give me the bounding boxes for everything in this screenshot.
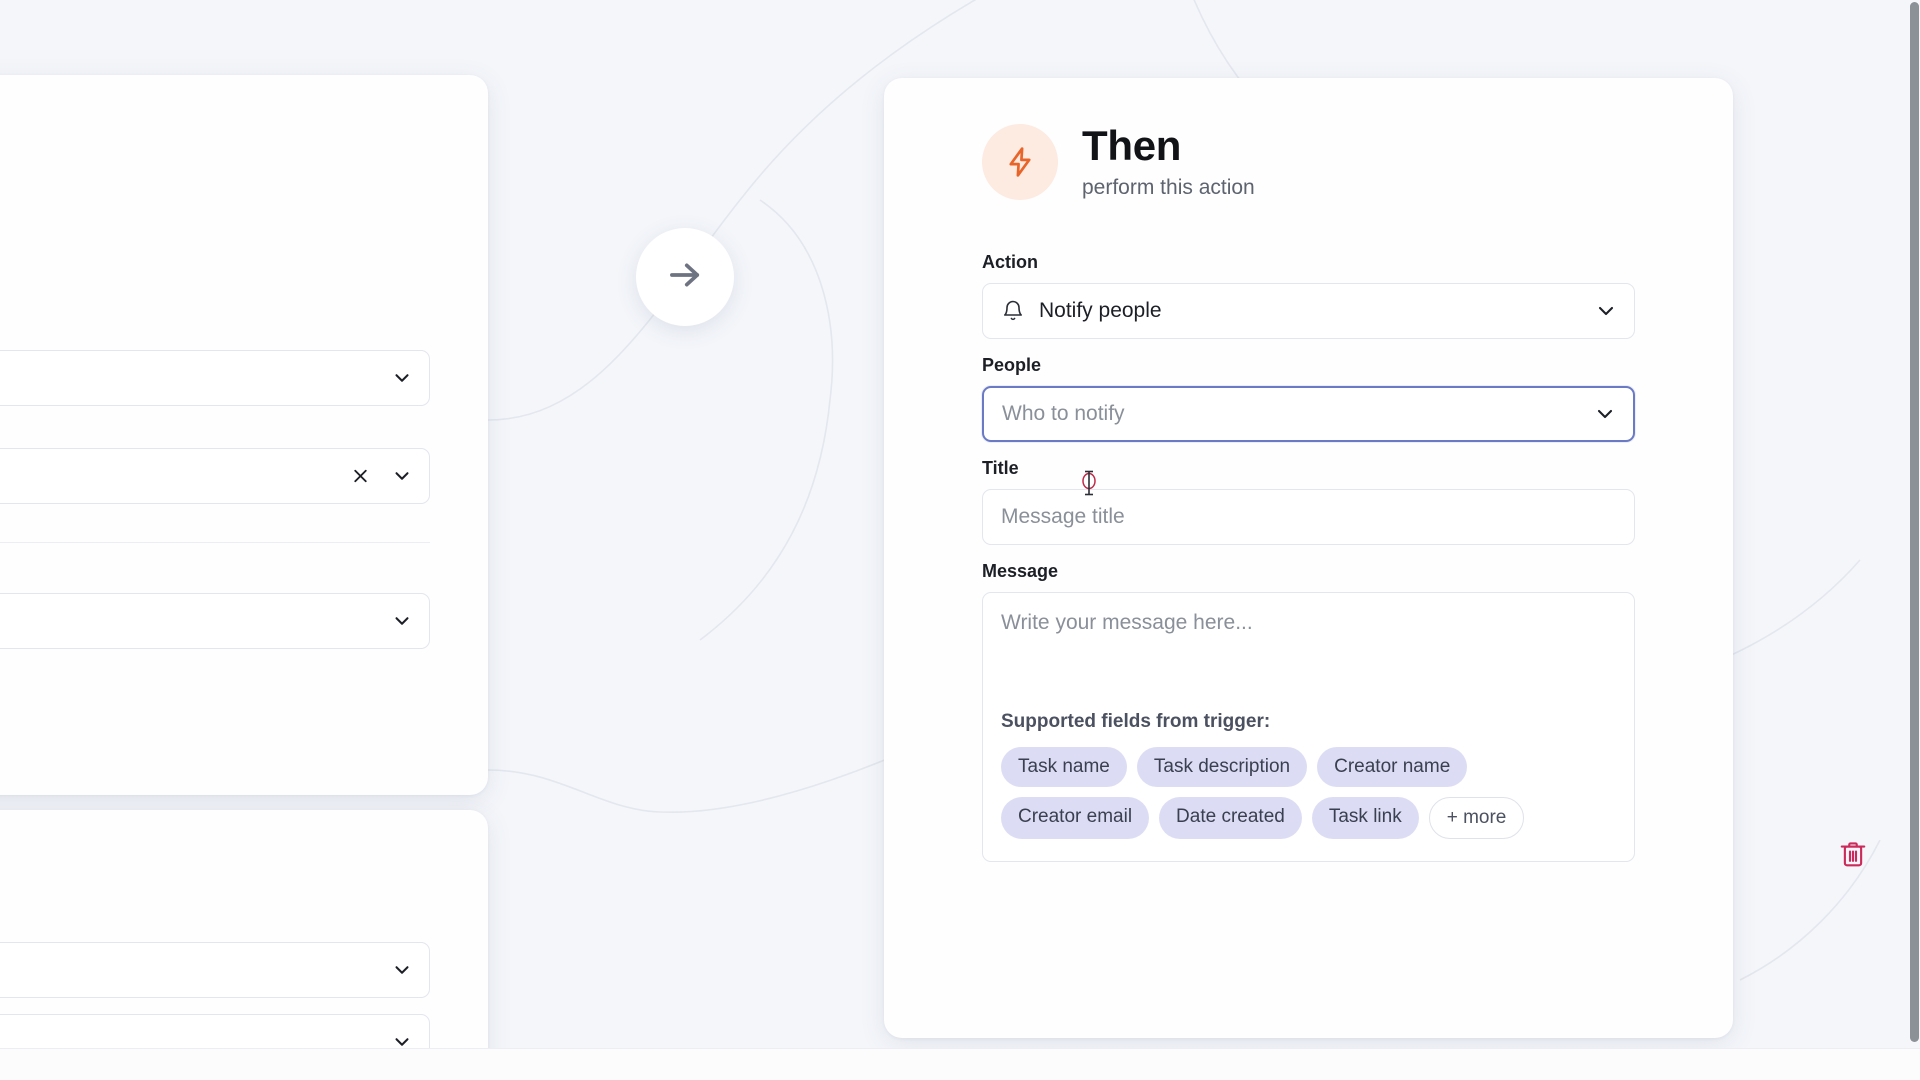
action-label: Action bbox=[982, 252, 1038, 273]
chip-creator-name[interactable]: Creator name bbox=[1317, 747, 1468, 788]
connector-arrow-node[interactable] bbox=[636, 228, 734, 326]
trigger-field-3-select[interactable] bbox=[0, 593, 430, 649]
lightning-bolt-icon bbox=[982, 124, 1058, 201]
chip-task-description[interactable]: Task description bbox=[1136, 747, 1308, 788]
supported-fields-chips: Task name Task description Creator name … bbox=[1001, 747, 1616, 840]
title-input-placeholder: Message title bbox=[1001, 505, 1125, 529]
page-subtitle: perform this action bbox=[1082, 176, 1255, 200]
people-select-placeholder: Who to notify bbox=[1002, 402, 1125, 426]
bottom-strip bbox=[0, 1048, 1920, 1080]
chevron-down-icon[interactable] bbox=[391, 610, 413, 632]
chip-date-created[interactable]: Date created bbox=[1159, 797, 1302, 840]
message-label: Message bbox=[982, 561, 1059, 582]
chevron-down-icon[interactable] bbox=[391, 367, 413, 389]
trigger-divider bbox=[0, 542, 430, 543]
trigger-field-2-select[interactable] bbox=[0, 448, 430, 504]
chevron-down-icon[interactable] bbox=[1593, 402, 1617, 426]
page-title: Then bbox=[1082, 122, 1182, 169]
delete-condition-button[interactable] bbox=[1838, 838, 1868, 875]
condition-field-1-select[interactable] bbox=[0, 942, 430, 998]
vertical-scrollbar-thumb[interactable] bbox=[1910, 2, 1919, 1042]
chevron-down-icon[interactable] bbox=[391, 465, 413, 487]
close-icon[interactable] bbox=[350, 466, 371, 487]
chip-task-link[interactable]: Task link bbox=[1311, 797, 1419, 840]
trigger-field-1-select[interactable]: nges bbox=[0, 350, 430, 406]
chip-task-name[interactable]: Task name bbox=[1001, 747, 1127, 788]
chevron-down-icon[interactable] bbox=[1594, 299, 1618, 323]
message-textarea-placeholder: Write your message here... bbox=[1001, 611, 1253, 635]
title-input[interactable]: Message title bbox=[982, 489, 1635, 546]
chip-creator-email[interactable]: Creator email bbox=[1001, 797, 1150, 840]
action-field: Action Notify people bbox=[982, 252, 1635, 340]
action-select-value: Notify people bbox=[1039, 299, 1162, 323]
arrow-right-icon bbox=[664, 254, 706, 301]
action-select[interactable]: Notify people bbox=[982, 283, 1635, 340]
condition-card[interactable] bbox=[0, 810, 488, 1080]
title-field: Title Message title bbox=[982, 458, 1635, 546]
action-card-header: Then perform this action bbox=[982, 122, 1635, 201]
chevron-down-icon[interactable] bbox=[391, 959, 413, 981]
trash-icon[interactable] bbox=[1838, 838, 1868, 875]
message-textarea[interactable]: Write your message here... Supported fie… bbox=[982, 592, 1635, 863]
vertical-scrollbar[interactable] bbox=[1909, 0, 1920, 1048]
action-card[interactable]: Then perform this action Action Notify p… bbox=[884, 78, 1733, 1038]
people-field: People Who to notify bbox=[982, 355, 1635, 443]
people-select[interactable]: Who to notify bbox=[982, 386, 1635, 443]
supported-fields-heading: Supported fields from trigger: bbox=[1001, 711, 1271, 733]
message-field: Message Write your message here... Suppo… bbox=[982, 561, 1635, 863]
title-label: Title bbox=[982, 458, 1019, 479]
trigger-card[interactable]: nges bbox=[0, 75, 488, 795]
bell-icon bbox=[1001, 299, 1025, 323]
chip-more-button[interactable]: + more bbox=[1428, 797, 1525, 840]
people-label: People bbox=[982, 355, 1042, 376]
workflow-canvas[interactable]: nges bbox=[0, 0, 1920, 1080]
